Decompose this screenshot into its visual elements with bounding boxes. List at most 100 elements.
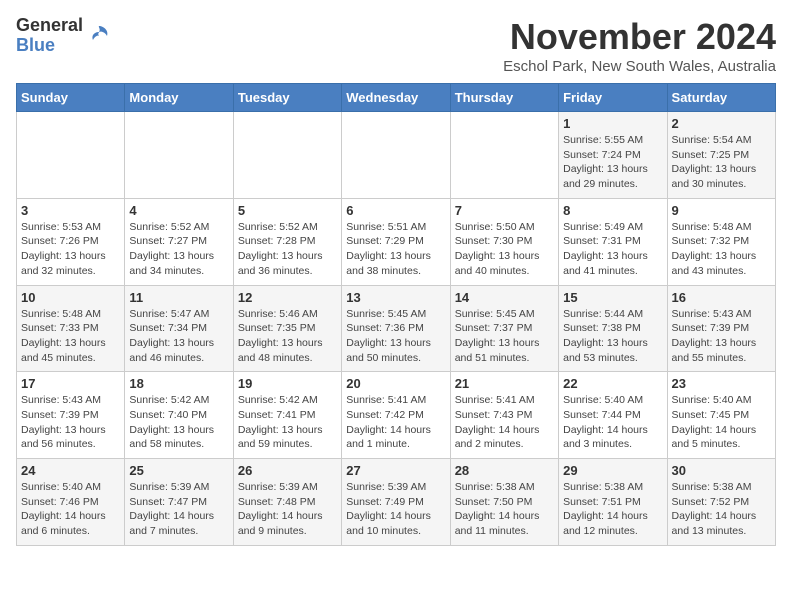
calendar-cell: 3Sunrise: 5:53 AM Sunset: 7:26 PM Daylig… xyxy=(17,198,125,285)
day-info: Sunrise: 5:53 AM Sunset: 7:26 PM Dayligh… xyxy=(21,220,120,279)
calendar-cell xyxy=(17,112,125,199)
header-sunday: Sunday xyxy=(17,84,125,112)
day-info: Sunrise: 5:42 AM Sunset: 7:41 PM Dayligh… xyxy=(238,393,337,452)
calendar-cell: 11 Sunrise: 5:47 AM Sunset: 7:34 PM Dayli… xyxy=(125,285,233,372)
calendar-cell: 17 Sunrise: 5:43 AM Sunset: 7:39 PM Dayli… xyxy=(17,372,125,459)
week-row-1: 3Sunrise: 5:53 AM Sunset: 7:26 PM Daylig… xyxy=(17,198,776,285)
calendar-cell: 30 Sunrise: 5:38 AM Sunset: 7:52 PM Dayli… xyxy=(667,459,775,546)
day-number: 16 xyxy=(672,290,771,305)
day-info: Sunrise: 5:49 AM Sunset: 7:31 PM Dayligh… xyxy=(563,220,662,279)
week-row-2: 10 Sunrise: 5:48 AM Sunset: 7:33 PM Dayli… xyxy=(17,285,776,372)
header: General Blue November 2024 Eschol Park, … xyxy=(16,16,776,75)
calendar-cell: 2 Sunrise: 5:54 AM Sunset: 7:25 PM Daylig… xyxy=(667,112,775,199)
calendar-cell: 14 Sunrise: 5:45 AM Sunset: 7:37 PM Dayli… xyxy=(450,285,558,372)
header-tuesday: Tuesday xyxy=(233,84,341,112)
calendar-cell: 6Sunrise: 5:51 AM Sunset: 7:29 PM Daylig… xyxy=(342,198,450,285)
day-number: 7 xyxy=(455,203,554,218)
day-number: 2 xyxy=(672,116,771,131)
day-info: Sunrise: 5:52 AM Sunset: 7:28 PM Dayligh… xyxy=(238,220,337,279)
calendar-cell: 24 Sunrise: 5:40 AM Sunset: 7:46 PM Dayli… xyxy=(17,459,125,546)
day-info: Sunrise: 5:54 AM Sunset: 7:25 PM Dayligh… xyxy=(672,133,771,192)
day-number: 13 xyxy=(346,290,445,305)
day-info: Sunrise: 5:39 AM Sunset: 7:47 PM Dayligh… xyxy=(129,480,228,539)
calendar-cell: 26Sunrise: 5:39 AM Sunset: 7:48 PM Dayli… xyxy=(233,459,341,546)
day-info: Sunrise: 5:45 AM Sunset: 7:37 PM Dayligh… xyxy=(455,307,554,366)
calendar-cell: 18 Sunrise: 5:42 AM Sunset: 7:40 PM Dayli… xyxy=(125,372,233,459)
day-number: 18 xyxy=(129,376,228,391)
header-saturday: Saturday xyxy=(667,84,775,112)
day-info: Sunrise: 5:38 AM Sunset: 7:52 PM Dayligh… xyxy=(672,480,771,539)
day-number: 28 xyxy=(455,463,554,478)
calendar-cell: 22 Sunrise: 5:40 AM Sunset: 7:44 PM Dayli… xyxy=(559,372,667,459)
header-monday: Monday xyxy=(125,84,233,112)
calendar-cell: 4 Sunrise: 5:52 AM Sunset: 7:27 PM Daylig… xyxy=(125,198,233,285)
header-wednesday: Wednesday xyxy=(342,84,450,112)
calendar-cell: 27 Sunrise: 5:39 AM Sunset: 7:49 PM Dayli… xyxy=(342,459,450,546)
calendar-cell: 15 Sunrise: 5:44 AM Sunset: 7:38 PM Dayli… xyxy=(559,285,667,372)
day-info: Sunrise: 5:39 AM Sunset: 7:49 PM Dayligh… xyxy=(346,480,445,539)
calendar-cell: 1 Sunrise: 5:55 AM Sunset: 7:24 PM Daylig… xyxy=(559,112,667,199)
day-info: Sunrise: 5:43 AM Sunset: 7:39 PM Dayligh… xyxy=(672,307,771,366)
title-area: November 2024 Eschol Park, New South Wal… xyxy=(503,16,776,75)
day-info: Sunrise: 5:46 AM Sunset: 7:35 PM Dayligh… xyxy=(238,307,337,366)
day-number: 5 xyxy=(238,203,337,218)
logo-blue: Blue xyxy=(16,36,83,56)
day-number: 22 xyxy=(563,376,662,391)
calendar-cell: 13 Sunrise: 5:45 AM Sunset: 7:36 PM Dayli… xyxy=(342,285,450,372)
calendar-cell: 5 Sunrise: 5:52 AM Sunset: 7:28 PM Daylig… xyxy=(233,198,341,285)
header-friday: Friday xyxy=(559,84,667,112)
day-info: Sunrise: 5:40 AM Sunset: 7:44 PM Dayligh… xyxy=(563,393,662,452)
day-number: 9 xyxy=(672,203,771,218)
day-info: Sunrise: 5:43 AM Sunset: 7:39 PM Dayligh… xyxy=(21,393,120,452)
location-subtitle: Eschol Park, New South Wales, Australia xyxy=(503,58,776,75)
calendar-cell: 23Sunrise: 5:40 AM Sunset: 7:45 PM Dayli… xyxy=(667,372,775,459)
calendar-cell: 20 Sunrise: 5:41 AM Sunset: 7:42 PM Dayli… xyxy=(342,372,450,459)
calendar-cell: 7Sunrise: 5:50 AM Sunset: 7:30 PM Daylig… xyxy=(450,198,558,285)
day-info: Sunrise: 5:52 AM Sunset: 7:27 PM Dayligh… xyxy=(129,220,228,279)
month-title: November 2024 xyxy=(503,16,776,58)
day-number: 14 xyxy=(455,290,554,305)
calendar-cell xyxy=(125,112,233,199)
day-info: Sunrise: 5:55 AM Sunset: 7:24 PM Dayligh… xyxy=(563,133,662,192)
day-info: Sunrise: 5:47 AM Sunset: 7:34 PM Dayligh… xyxy=(129,307,228,366)
day-number: 11 xyxy=(129,290,228,305)
week-row-4: 24 Sunrise: 5:40 AM Sunset: 7:46 PM Dayli… xyxy=(17,459,776,546)
logo-general: General xyxy=(16,16,83,36)
day-number: 8 xyxy=(563,203,662,218)
day-number: 12 xyxy=(238,290,337,305)
day-info: Sunrise: 5:41 AM Sunset: 7:42 PM Dayligh… xyxy=(346,393,445,452)
calendar-cell: 21Sunrise: 5:41 AM Sunset: 7:43 PM Dayli… xyxy=(450,372,558,459)
day-info: Sunrise: 5:44 AM Sunset: 7:38 PM Dayligh… xyxy=(563,307,662,366)
calendar-cell: 29Sunrise: 5:38 AM Sunset: 7:51 PM Dayli… xyxy=(559,459,667,546)
calendar-cell: 28 Sunrise: 5:38 AM Sunset: 7:50 PM Dayli… xyxy=(450,459,558,546)
day-info: Sunrise: 5:38 AM Sunset: 7:50 PM Dayligh… xyxy=(455,480,554,539)
day-info: Sunrise: 5:45 AM Sunset: 7:36 PM Dayligh… xyxy=(346,307,445,366)
logo: General Blue xyxy=(16,16,113,56)
day-number: 17 xyxy=(21,376,120,391)
day-number: 1 xyxy=(563,116,662,131)
calendar-cell: 9 Sunrise: 5:48 AM Sunset: 7:32 PM Daylig… xyxy=(667,198,775,285)
day-number: 19 xyxy=(238,376,337,391)
day-number: 27 xyxy=(346,463,445,478)
logo-bird-icon xyxy=(85,22,113,50)
calendar-cell xyxy=(342,112,450,199)
day-info: Sunrise: 5:48 AM Sunset: 7:33 PM Dayligh… xyxy=(21,307,120,366)
day-info: Sunrise: 5:40 AM Sunset: 7:46 PM Dayligh… xyxy=(21,480,120,539)
calendar-cell: 19 Sunrise: 5:42 AM Sunset: 7:41 PM Dayli… xyxy=(233,372,341,459)
day-number: 15 xyxy=(563,290,662,305)
day-number: 30 xyxy=(672,463,771,478)
day-number: 10 xyxy=(21,290,120,305)
calendar-header-row: SundayMondayTuesdayWednesdayThursdayFrid… xyxy=(17,84,776,112)
calendar-cell: 16 Sunrise: 5:43 AM Sunset: 7:39 PM Dayli… xyxy=(667,285,775,372)
calendar-cell: 8 Sunrise: 5:49 AM Sunset: 7:31 PM Daylig… xyxy=(559,198,667,285)
day-number: 25 xyxy=(129,463,228,478)
day-number: 20 xyxy=(346,376,445,391)
week-row-3: 17 Sunrise: 5:43 AM Sunset: 7:39 PM Dayli… xyxy=(17,372,776,459)
day-number: 24 xyxy=(21,463,120,478)
day-number: 21 xyxy=(455,376,554,391)
day-info: Sunrise: 5:39 AM Sunset: 7:48 PM Dayligh… xyxy=(238,480,337,539)
day-info: Sunrise: 5:38 AM Sunset: 7:51 PM Dayligh… xyxy=(563,480,662,539)
day-number: 4 xyxy=(129,203,228,218)
day-info: Sunrise: 5:48 AM Sunset: 7:32 PM Dayligh… xyxy=(672,220,771,279)
day-info: Sunrise: 5:42 AM Sunset: 7:40 PM Dayligh… xyxy=(129,393,228,452)
